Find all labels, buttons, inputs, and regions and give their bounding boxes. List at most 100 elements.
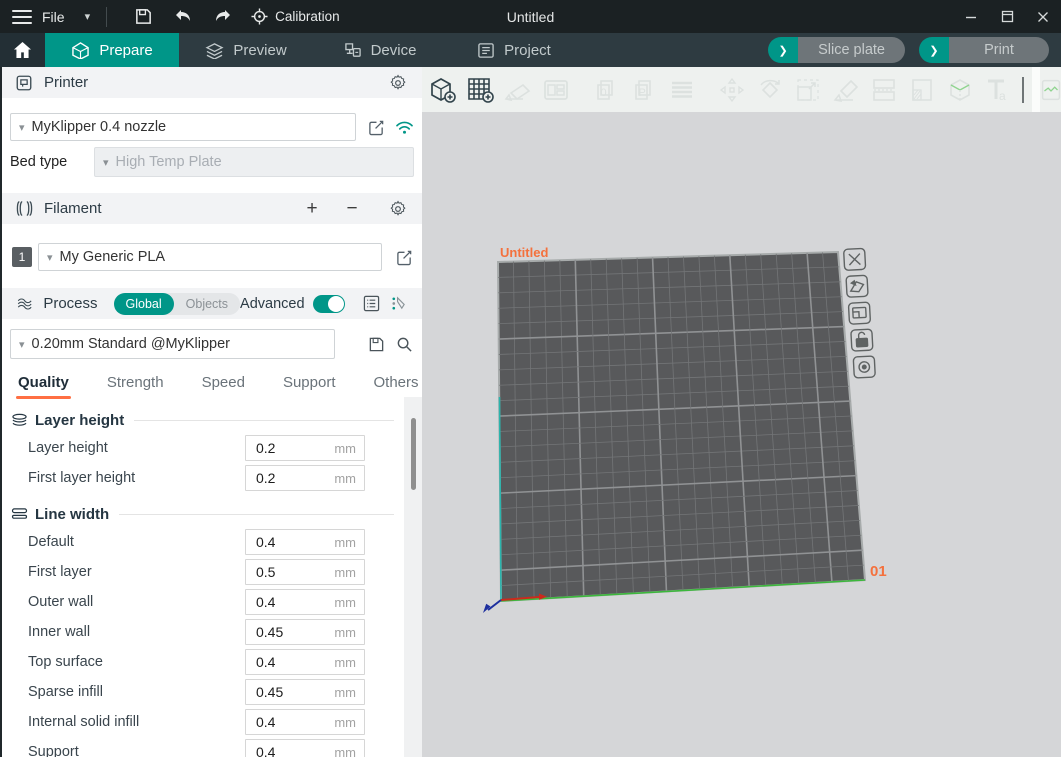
add-filament-icon[interactable]: + — [302, 199, 322, 219]
detail-list-icon[interactable] — [361, 294, 380, 314]
advanced-toggle[interactable] — [313, 295, 346, 313]
tab-quality[interactable]: Quality — [18, 374, 69, 399]
maximize-icon[interactable] — [989, 0, 1025, 33]
rotate-icon[interactable] — [755, 75, 785, 105]
chevron-down-icon: ▾ — [19, 338, 25, 351]
delete-plate-icon[interactable] — [844, 248, 866, 270]
variable-layer-icon[interactable] — [667, 75, 697, 105]
slice-dropdown-icon[interactable]: ❯︎ — [768, 37, 798, 63]
prepare-icon — [71, 42, 90, 59]
home-button[interactable] — [0, 33, 45, 67]
print-button[interactable]: ❯︎ Print — [919, 37, 1049, 63]
tab-support[interactable]: Support — [283, 374, 336, 399]
bed-type-select[interactable]: ▾ High Temp Plate — [94, 147, 414, 177]
chevron-down-icon: ▾ — [47, 251, 53, 264]
plate-settings-icon[interactable] — [853, 356, 875, 378]
sparse-infill-line-width-input[interactable]: 0.45mm — [245, 679, 365, 705]
tab-strength[interactable]: Strength — [107, 374, 164, 399]
compare-params-icon[interactable] — [389, 294, 408, 314]
tab-preview[interactable]: Preview — [179, 33, 313, 67]
cut-icon[interactable] — [869, 75, 899, 105]
minimize-icon[interactable] — [953, 0, 989, 33]
support-line-width-input[interactable]: 0.4mm — [245, 739, 365, 757]
wifi-icon[interactable] — [394, 117, 414, 137]
tab-speed[interactable]: Speed — [202, 374, 245, 399]
add-plate-icon[interactable] — [465, 75, 495, 105]
group-layer-height: Layer height — [10, 409, 394, 431]
process-preset-select[interactable]: ▾ 0.20mm Standard @MyKlipper — [10, 329, 335, 359]
device-icon — [344, 42, 362, 59]
group-title: Line width — [35, 506, 109, 523]
sidebar-scrollbar-track[interactable] — [404, 397, 422, 757]
text-tool-icon[interactable]: a — [983, 75, 1013, 105]
undo-icon[interactable] — [172, 6, 194, 28]
slice-plate-button[interactable]: ❯︎ Slice plate — [768, 37, 905, 63]
add-object-icon[interactable] — [427, 75, 457, 105]
filament-preset-select[interactable]: ▾ My Generic PLA — [38, 243, 382, 271]
print-dropdown-icon[interactable]: ❯︎ — [919, 37, 949, 63]
process-section-header: Process Global Objects Advanced — [2, 288, 422, 319]
remove-filament-icon[interactable]: − — [342, 199, 362, 219]
tab-prepare-label: Prepare — [99, 42, 152, 59]
bed-type-label: Bed type — [10, 154, 94, 170]
top-surface-line-width-input[interactable]: 0.4mm — [245, 649, 365, 675]
calibration-button[interactable]: Calibration — [251, 8, 340, 25]
caret-down-icon[interactable]: ▾ — [85, 10, 91, 23]
printer-settings-gear-icon[interactable] — [388, 73, 408, 93]
default-line-width-input[interactable]: 0.4mm — [245, 529, 365, 555]
edit-printer-icon[interactable] — [366, 117, 386, 137]
close-icon[interactable] — [1025, 0, 1061, 33]
home-icon — [13, 41, 32, 59]
save-preset-icon[interactable] — [367, 334, 387, 354]
move-icon[interactable] — [717, 75, 747, 105]
save-icon[interactable] — [132, 6, 154, 28]
layer-height-input[interactable]: 0.2mm — [245, 435, 365, 461]
split-to-objects-icon[interactable]: 0 — [591, 75, 621, 105]
tab-others[interactable]: Others — [374, 374, 419, 399]
outer-wall-line-width-input[interactable]: 0.4mm — [245, 589, 365, 615]
filament-title: Filament — [44, 200, 102, 217]
first-layer-height-input[interactable]: 0.2mm — [245, 465, 365, 491]
build-plate-scene[interactable]: Untitled 01 — [422, 67, 1061, 757]
edit-filament-icon[interactable] — [394, 247, 414, 267]
tab-project-label: Project — [504, 42, 551, 59]
scale-icon[interactable] — [793, 75, 823, 105]
place-on-face-icon[interactable] — [831, 75, 861, 105]
arrange-plate-icon[interactable] — [848, 302, 870, 324]
project-icon — [477, 42, 495, 59]
arrange-icon[interactable] — [541, 75, 571, 105]
preview-icon — [205, 42, 224, 59]
color-paint-icon[interactable] — [945, 75, 975, 105]
internal-solid-infill-line-width-input[interactable]: 0.4mm — [245, 709, 365, 735]
process-title: Process — [43, 295, 97, 312]
search-icon[interactable] — [394, 334, 414, 354]
first-layer-line-width-input[interactable]: 0.5mm — [245, 559, 365, 585]
inner-wall-line-width-input[interactable]: 0.45mm — [245, 619, 365, 645]
tab-prepare[interactable]: Prepare — [45, 33, 179, 67]
printer-icon — [14, 73, 34, 93]
process-scope-toggle[interactable]: Global Objects — [114, 293, 241, 315]
sidebar-scrollbar-thumb[interactable] — [411, 418, 416, 490]
viewport-3d[interactable]: Untitled 01 — [422, 67, 1061, 757]
bed-type-value: High Temp Plate — [116, 154, 222, 170]
lock-plate-icon[interactable] — [851, 329, 873, 351]
process-icon — [14, 294, 33, 314]
printer-preset-select[interactable]: ▾ MyKlipper 0.4 nozzle — [10, 113, 356, 141]
auto-orient-icon[interactable] — [503, 75, 533, 105]
tab-device[interactable]: Device — [313, 33, 447, 67]
scope-global[interactable]: Global — [114, 293, 174, 315]
layer-height-icon — [10, 411, 28, 429]
scope-objects[interactable]: Objects — [174, 293, 240, 315]
split-to-parts-icon[interactable]: P — [629, 75, 659, 105]
orient-plate-icon[interactable] — [846, 275, 868, 297]
tab-project[interactable]: Project — [447, 33, 581, 67]
support-paint-icon[interactable] — [907, 75, 937, 105]
assembly-view-icon[interactable] — [1037, 75, 1061, 105]
file-menu[interactable]: File — [42, 9, 65, 25]
toolbar-separator — [1022, 77, 1024, 103]
param-row-sparse-infill: Sparse infill 0.45mm — [28, 679, 394, 705]
redo-icon[interactable] — [212, 6, 234, 28]
svg-text:a: a — [999, 89, 1006, 103]
filament-settings-gear-icon[interactable] — [388, 199, 408, 219]
hamburger-icon[interactable] — [12, 10, 32, 24]
